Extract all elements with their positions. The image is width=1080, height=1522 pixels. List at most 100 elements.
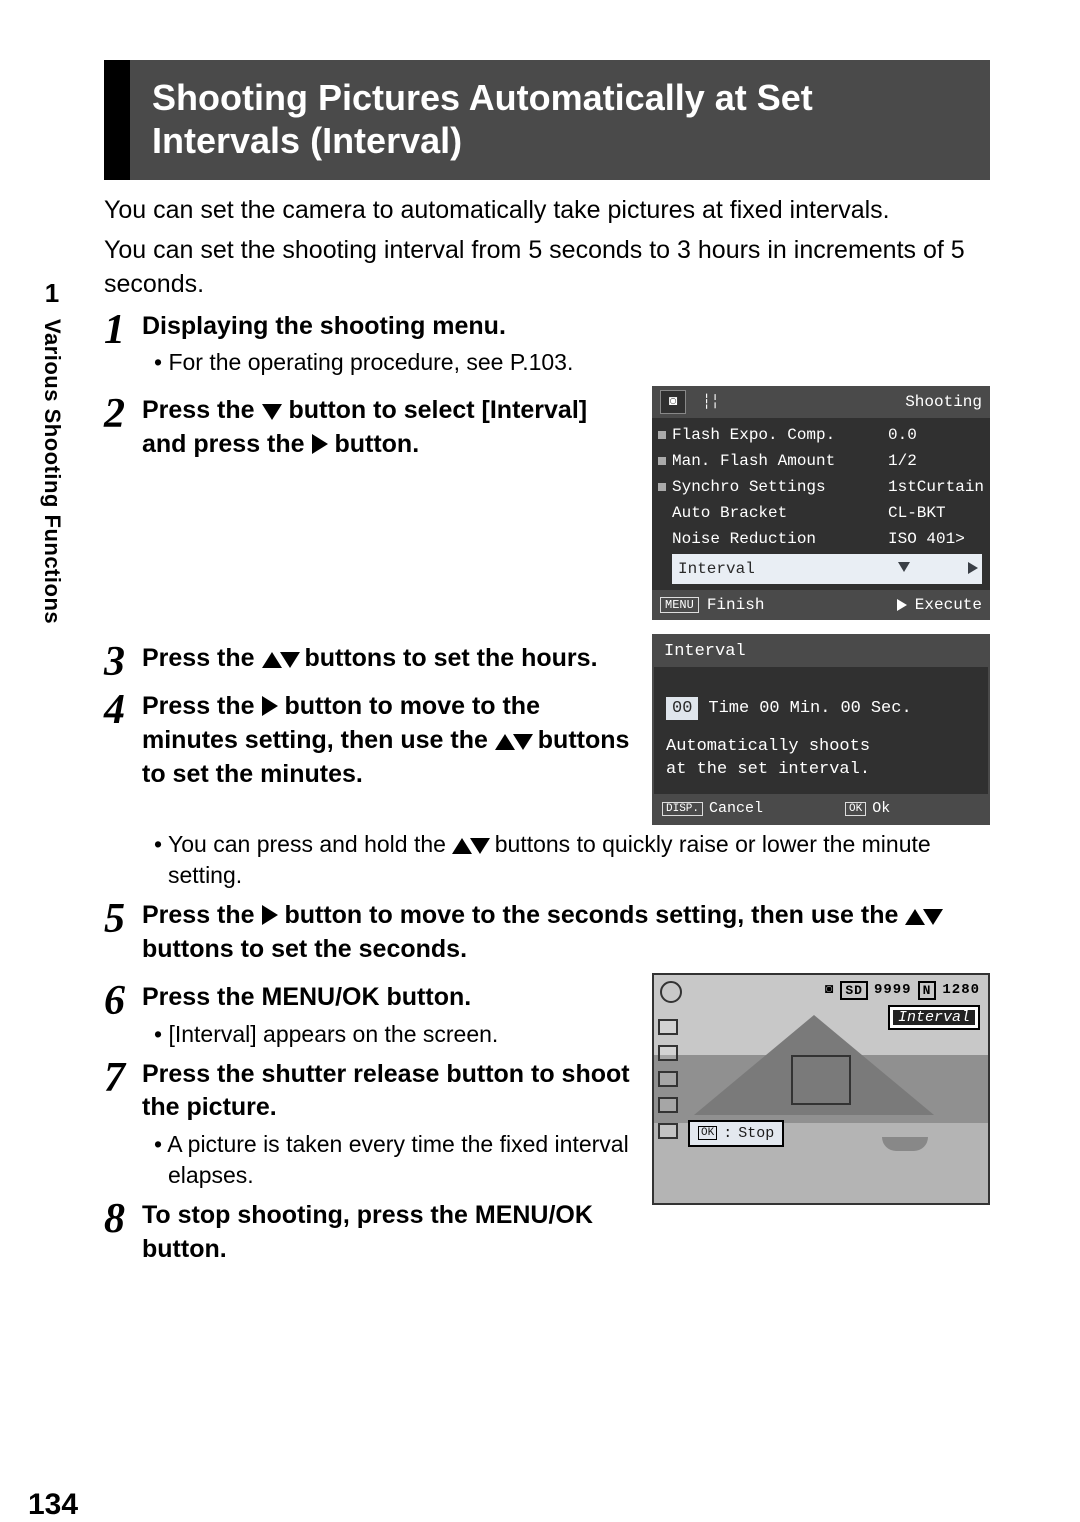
interval-desc: Automatically shoots at the set interval… [666, 736, 976, 782]
step-bullet: You can press and hold the buttons to qu… [168, 829, 990, 891]
adjust-tab-icon: ┆╎ [702, 394, 719, 411]
focus-mode-icon [658, 1019, 678, 1035]
quality-icon [658, 1123, 678, 1139]
interval-time-row: 00 Time 00 Min. 00 Sec. [666, 697, 976, 720]
triangle-down-icon [470, 838, 490, 854]
iso-icon [658, 1071, 678, 1087]
step-bullet: For the operating procedure, see P.103. [168, 347, 990, 378]
step-title: Press the button to select [Interval] an… [142, 394, 634, 462]
camera-tab-icon: ◙ [660, 390, 686, 414]
camera-menu-screenshot: ◙ ┆╎ Shooting Flash Expo. Comp.0.0 Man. … [652, 386, 990, 620]
text: You can press and hold the [168, 831, 452, 857]
min-label: Min. [790, 699, 831, 718]
triangle-down-icon [280, 652, 300, 668]
menu-footer-left: Finish [707, 596, 765, 614]
camera-interval-screenshot: Interval 00 Time 00 Min. 00 Sec. Automat… [652, 634, 990, 825]
ok-label: Ok [872, 800, 890, 817]
triangle-down-icon [923, 909, 943, 925]
step-number: 5 [104, 899, 142, 939]
hint-down-icon [898, 562, 910, 572]
seconds-value: 00 [840, 699, 860, 718]
step-title: Press the button to move to the minutes … [142, 690, 634, 791]
separator: : [723, 1125, 732, 1142]
top-right-status: ◙ SD 9999 N 1280 [825, 981, 980, 1000]
menu-header-label: Shooting [905, 393, 982, 411]
triangle-up-icon [495, 734, 515, 750]
boat-illustration [882, 1137, 928, 1151]
sidebar: 1 Various Shooting Functions [34, 278, 70, 624]
step-4: 4 Press the button to move to the minute… [104, 690, 634, 791]
meter-icon [658, 1097, 678, 1113]
triangle-down-icon [513, 734, 533, 750]
interval-screen-title: Interval [654, 636, 988, 667]
time-label: Time [708, 699, 749, 718]
text: button to move to the seconds setting, t… [284, 901, 905, 929]
menu-key-box: MENU [660, 597, 699, 613]
step-number: 1 [104, 310, 142, 350]
stop-label: Stop [738, 1125, 774, 1142]
intro-line-1: You can set the camera to automatically … [104, 194, 990, 228]
triangle-right-icon [897, 599, 907, 611]
interval-indicator: Interval [888, 1005, 980, 1030]
af-frame [791, 1055, 851, 1105]
text: buttons to set the hours. [304, 644, 597, 672]
text: buttons to set the seconds. [142, 935, 467, 963]
stop-hint-overlay: OK : Stop [688, 1120, 784, 1147]
disp-key-box: DISP. [662, 802, 703, 816]
text: button. [334, 430, 419, 458]
intro-line-2: You can set the shooting interval from 5… [104, 234, 990, 302]
section-title: Shooting Pictures Automatically at Set I… [152, 76, 968, 162]
self-timer-icon [660, 981, 682, 1003]
triangle-up-icon [905, 909, 925, 925]
menu-row: Man. Flash Amount1/2 [652, 448, 984, 474]
sd-card-icon: SD [840, 981, 868, 1000]
step-bullet: A picture is taken every time the fixed … [168, 1129, 634, 1191]
menu-footer-right: Execute [915, 596, 982, 614]
text: Press the [142, 644, 262, 672]
hours-value: 00 [666, 697, 698, 720]
triangle-right-icon [262, 905, 278, 925]
step-number: 8 [104, 1199, 142, 1239]
menu-row: Synchro Settings1stCurtain [652, 474, 984, 500]
ok-key-box: OK [698, 1126, 717, 1140]
step-7: 7 Press the shutter release button to sh… [104, 1058, 634, 1192]
menu-footer: MENU Finish Execute [652, 590, 990, 620]
shots-remaining: 9999 [874, 982, 912, 998]
triangle-down-icon [262, 404, 282, 420]
text: Press the [142, 901, 262, 929]
step-number: 4 [104, 690, 142, 730]
step-title: Displaying the shooting menu. [142, 310, 990, 344]
text: Press the [142, 692, 262, 720]
step-title: To stop shooting, press the MENU/OK butt… [142, 1199, 634, 1267]
menu-row: Noise ReductionISO 401> [652, 526, 984, 552]
step-title: Press the MENU/OK button. [142, 981, 634, 1015]
step-title: Press the button to move to the seconds … [142, 899, 990, 967]
sidebar-section-label: Various Shooting Functions [39, 319, 65, 624]
step-number: 6 [104, 981, 142, 1021]
step-1: 1 Displaying the shooting menu. For the … [104, 310, 990, 379]
camera-liveview-screenshot: ◙ SD 9999 N 1280 Interval [652, 973, 990, 1205]
step-number: 3 [104, 642, 142, 682]
menu-tab-bar: ◙ ┆╎ Shooting [652, 386, 990, 418]
triangle-up-icon [262, 652, 282, 668]
triangle-up-icon [452, 838, 472, 854]
sec-label: Sec. [871, 699, 912, 718]
step-8: 8 To stop shooting, press the MENU/OK bu… [104, 1199, 634, 1267]
step-number: 2 [104, 394, 142, 434]
image-size-flag: N [918, 981, 937, 1000]
menu-row: Flash Expo. Comp.0.0 [652, 422, 984, 448]
section-title-bar: Shooting Pictures Automatically at Set I… [104, 60, 990, 180]
wb-icon [658, 1045, 678, 1061]
step-bullet: [Interval] appears on the screen. [168, 1019, 634, 1050]
triangle-right-icon [262, 696, 278, 716]
minutes-value: 00 [759, 699, 779, 718]
interval-footer: DISP. Cancel OK Ok [654, 794, 988, 823]
step-title: Press the shutter release button to shoo… [142, 1058, 634, 1126]
camera-status-icon: ◙ [825, 982, 834, 998]
text: Press the [142, 396, 262, 424]
step-5: 5 Press the button to move to the second… [104, 899, 990, 967]
step-title: Press the buttons to set the hours. [142, 642, 634, 676]
step-6: 6 Press the MENU/OK button. [Interval] a… [104, 981, 634, 1050]
triangle-right-icon [312, 434, 328, 454]
selected-label: Interval [678, 560, 755, 578]
